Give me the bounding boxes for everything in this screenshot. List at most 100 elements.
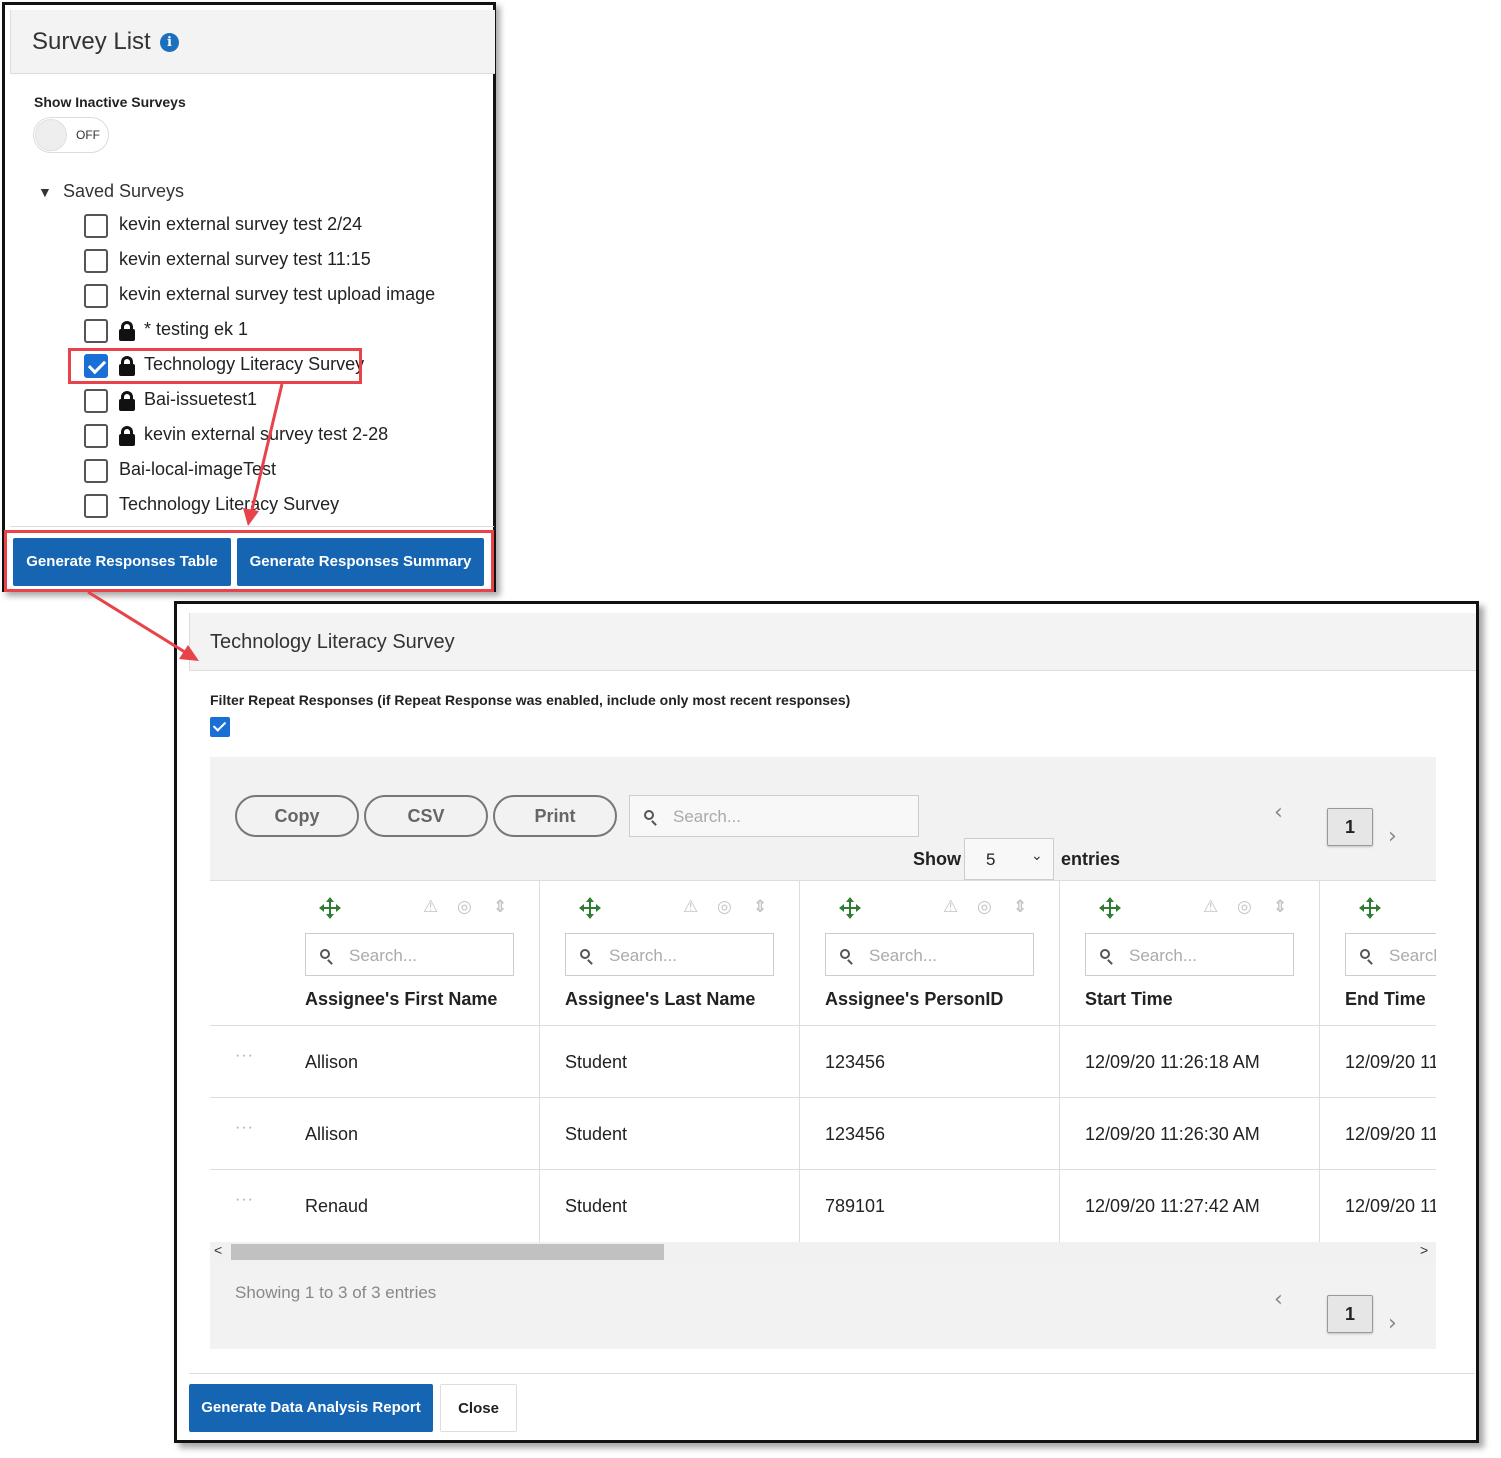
close-button[interactable]: Close xyxy=(440,1384,517,1432)
chevron-right-icon[interactable]: › xyxy=(1388,1311,1397,1336)
chevron-left-icon[interactable]: ‹ xyxy=(1274,800,1283,825)
column-search-input[interactable]: Search... xyxy=(305,933,514,976)
column-search-input[interactable]: Search xyxy=(1345,933,1436,976)
divider xyxy=(189,1373,1475,1374)
caret-down-icon[interactable]: ▼ xyxy=(38,184,52,200)
move-icon[interactable] xyxy=(319,897,341,919)
cell-end-time: 12/09/20 11 xyxy=(1345,1124,1436,1144)
row-divider xyxy=(210,1097,1436,1098)
cell-person-id: 123456 xyxy=(825,1052,886,1072)
csv-button[interactable]: CSV xyxy=(364,795,488,837)
chevron-left-icon[interactable]: ‹ xyxy=(1274,1287,1283,1312)
search-icon xyxy=(1100,949,1110,959)
page-number-button[interactable]: 1 xyxy=(1327,808,1373,846)
survey-item-label: kevin external survey test 2/24 xyxy=(119,214,363,234)
chevron-right-icon[interactable]: › xyxy=(1388,824,1397,849)
cell-first-name: Renaud xyxy=(305,1196,369,1216)
sort-icon[interactable]: ⇕ xyxy=(1273,897,1287,917)
selected-survey-highlight xyxy=(68,348,362,384)
cell-start-time: 12/09/20 11:26:18 AM xyxy=(1085,1052,1260,1072)
cell-start-time: 12/09/20 11:26:30 AM xyxy=(1085,1124,1260,1144)
eye-slash-icon[interactable]: ◎ xyxy=(1237,897,1252,917)
sort-icon[interactable]: ⇕ xyxy=(753,897,767,917)
generate-data-analysis-report-button[interactable]: Generate Data Analysis Report xyxy=(189,1384,433,1432)
survey-item-label: Technology Literacy Survey xyxy=(119,494,340,514)
cell-start-time: 12/09/20 11:27:42 AM xyxy=(1085,1196,1260,1216)
column-header[interactable]: Start Time xyxy=(1085,989,1173,1010)
info-icon[interactable]: i xyxy=(160,33,179,52)
column-tools: ⚠ ◎ ⇕ xyxy=(825,897,1035,921)
scrollbar-thumb[interactable] xyxy=(231,1244,664,1260)
survey-list-title: Survey List xyxy=(32,28,151,55)
survey-checkbox[interactable] xyxy=(84,494,108,518)
show-inactive-toggle[interactable]: OFF xyxy=(33,117,109,153)
responses-panel-title: Technology Literacy Survey xyxy=(210,631,455,653)
filter-repeat-checkbox[interactable] xyxy=(210,717,230,737)
row-menu-icon[interactable]: ··· xyxy=(235,1047,254,1065)
generate-responses-summary-button[interactable]: Generate Responses Summary xyxy=(237,538,484,586)
entries-value: 5 xyxy=(986,850,996,869)
scroll-right-icon[interactable]: > xyxy=(1420,1242,1428,1258)
table-info-text: Showing 1 to 3 of 3 entries xyxy=(235,1283,437,1302)
cell-last-name: Student xyxy=(565,1052,628,1072)
copy-button[interactable]: Copy xyxy=(235,795,359,837)
responses-table: ⚠ ◎ ⇕ Search... Assignee's First Name ⚠ … xyxy=(210,880,1436,1243)
column-search-input[interactable]: Search... xyxy=(1085,933,1294,976)
column-search-input[interactable]: Search... xyxy=(825,933,1034,976)
sort-alert-icon[interactable]: ⚠ xyxy=(683,897,698,917)
column-header[interactable]: Assignee's Last Name xyxy=(565,989,755,1010)
survey-item-label: * testing ek 1 xyxy=(144,319,249,339)
lock-icon xyxy=(119,321,135,341)
sort-alert-icon[interactable]: ⚠ xyxy=(943,897,958,917)
survey-checkbox[interactable] xyxy=(84,284,108,308)
search-icon xyxy=(320,949,330,959)
cell-end-time: 12/09/20 11 xyxy=(1345,1052,1436,1072)
move-icon[interactable] xyxy=(839,897,861,919)
chevron-down-icon: ⌄ xyxy=(1031,847,1043,863)
search-icon xyxy=(840,949,850,959)
column-search-input[interactable]: Search... xyxy=(565,933,774,976)
row-menu-icon[interactable]: ··· xyxy=(235,1119,254,1137)
horizontal-scrollbar[interactable]: < > xyxy=(210,1242,1436,1262)
cell-end-time: 12/09/20 11 xyxy=(1345,1196,1436,1216)
saved-surveys-label[interactable]: Saved Surveys xyxy=(63,181,184,202)
row-menu-icon[interactable]: ··· xyxy=(235,1191,254,1209)
column-header[interactable]: End Time xyxy=(1345,989,1426,1010)
entries-label: entries xyxy=(1061,849,1121,869)
show-label: Show xyxy=(913,849,961,869)
survey-checkbox[interactable] xyxy=(84,459,108,483)
eye-slash-icon[interactable]: ◎ xyxy=(717,897,732,917)
survey-checkbox[interactable] xyxy=(84,424,108,448)
sort-alert-icon[interactable]: ⚠ xyxy=(423,897,438,917)
lock-icon xyxy=(119,426,135,446)
search-placeholder: Search... xyxy=(1129,946,1198,965)
generate-responses-table-button[interactable]: Generate Responses Table xyxy=(13,538,231,586)
filter-repeat-label: Filter Repeat Responses (if Repeat Respo… xyxy=(210,692,851,708)
move-icon[interactable] xyxy=(579,897,601,919)
survey-item-label: kevin external survey test 11:15 xyxy=(119,249,371,269)
survey-checkbox[interactable] xyxy=(84,319,108,343)
column-header[interactable]: Assignee's First Name xyxy=(305,989,497,1010)
search-placeholder: Search... xyxy=(349,946,418,965)
survey-item-label: kevin external survey test 2-28 xyxy=(144,424,389,444)
survey-checkbox[interactable] xyxy=(84,389,108,413)
print-button[interactable]: Print xyxy=(493,795,617,837)
column-header[interactable]: Assignee's PersonID xyxy=(825,989,1003,1010)
lock-icon xyxy=(119,391,135,411)
scroll-left-icon[interactable]: < xyxy=(214,1242,222,1258)
search-placeholder: Search... xyxy=(673,807,742,826)
table-search-input[interactable]: Search... xyxy=(629,795,919,837)
sort-icon[interactable]: ⇕ xyxy=(493,897,507,917)
sort-icon[interactable]: ⇕ xyxy=(1013,897,1027,917)
search-placeholder: Search... xyxy=(609,946,678,965)
entries-select[interactable]: 5 ⌄ xyxy=(964,838,1054,880)
sort-alert-icon[interactable]: ⚠ xyxy=(1203,897,1218,917)
eye-slash-icon[interactable]: ◎ xyxy=(457,897,472,917)
survey-checkbox[interactable] xyxy=(84,214,108,238)
survey-checkbox[interactable] xyxy=(84,249,108,273)
move-icon[interactable] xyxy=(1359,897,1381,919)
move-icon[interactable] xyxy=(1099,897,1121,919)
eye-slash-icon[interactable]: ◎ xyxy=(977,897,992,917)
search-icon xyxy=(580,949,590,959)
page-number-button[interactable]: 1 xyxy=(1327,1295,1373,1333)
